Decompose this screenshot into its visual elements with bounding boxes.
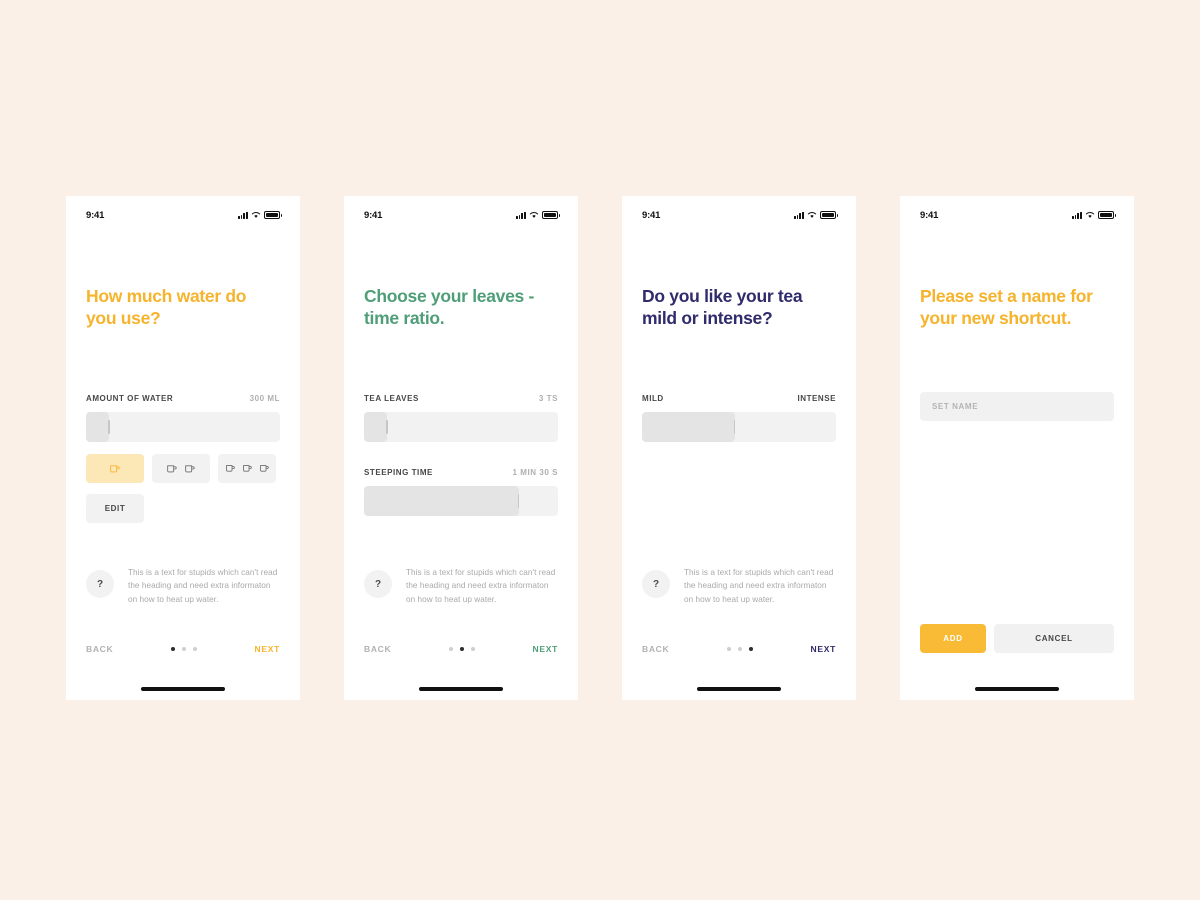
page-title: Do you like your tea mild or intense? — [642, 286, 803, 328]
help-block: ? This is a text for stupids which can't… — [642, 566, 836, 606]
cup-option-1[interactable] — [86, 454, 144, 483]
page-dots — [170, 647, 197, 651]
back-button[interactable]: BACK — [364, 644, 391, 654]
slider-thumb[interactable] — [108, 420, 111, 434]
shortcut-name-input[interactable] — [920, 392, 1114, 421]
wifi-icon — [1085, 212, 1095, 218]
page-dots — [726, 647, 753, 651]
steeping-time-label-row: STEEPING TIME 1 MIN 30 S — [364, 468, 558, 477]
amount-of-water-slider[interactable] — [86, 412, 280, 442]
cellular-signal-icon — [1071, 211, 1082, 219]
page-title: Please set a name for your new shortcut. — [920, 286, 1093, 328]
phone-screen-name-shortcut: 9:41 Please set a name for your new shor… — [900, 196, 1134, 700]
intensity-slider[interactable] — [642, 412, 836, 442]
slider-fill — [364, 412, 388, 442]
footer-nav: BACK NEXT — [642, 644, 836, 654]
wifi-icon — [529, 212, 539, 218]
cup-icon — [110, 464, 120, 472]
page-dots — [448, 647, 475, 651]
battery-icon — [542, 211, 560, 219]
slider-thumb[interactable] — [386, 420, 389, 434]
battery-icon — [264, 211, 282, 219]
wifi-icon — [807, 212, 817, 218]
action-buttons: ADD CANCEL — [920, 624, 1114, 653]
cup-icon — [167, 464, 177, 472]
field-label: TEA LEAVES — [364, 394, 419, 403]
phone-screen-mild-or-intense: 9:41 Do you like your tea mild or intens… — [622, 196, 856, 700]
field-value: 3 TS — [538, 394, 558, 403]
status-icons — [515, 211, 560, 219]
status-bar: 9:41 — [86, 208, 282, 222]
status-time: 9:41 — [920, 209, 939, 221]
battery-icon — [1098, 211, 1116, 219]
status-icons — [793, 211, 838, 219]
cellular-signal-icon — [515, 211, 526, 219]
screenshot-canvas: 9:41 How much water do you use? AMOUNT O… — [0, 0, 1200, 900]
field-label-intense: INTENSE — [797, 394, 836, 403]
next-button[interactable]: NEXT — [811, 644, 836, 654]
question-mark-icon[interactable]: ? — [642, 570, 670, 598]
cellular-signal-icon — [793, 211, 804, 219]
home-indicator — [141, 687, 225, 691]
field-value: 1 MIN 30 S — [512, 468, 558, 477]
cup-icon — [259, 465, 269, 472]
cup-icon — [225, 465, 235, 472]
field-label: AMOUNT OF WATER — [86, 394, 174, 403]
phone-screen-water-amount: 9:41 How much water do you use? AMOUNT O… — [66, 196, 300, 700]
home-indicator — [975, 687, 1059, 691]
question-mark-icon[interactable]: ? — [86, 570, 114, 598]
status-time: 9:41 — [86, 209, 105, 221]
cup-icon — [185, 464, 195, 472]
home-indicator — [419, 687, 503, 691]
help-text: This is a text for stupids which can't r… — [128, 568, 278, 604]
status-icons — [237, 211, 282, 219]
cup-icon — [242, 465, 252, 472]
cup-option-2[interactable] — [152, 454, 210, 483]
next-button[interactable]: NEXT — [533, 644, 558, 654]
status-icons — [1071, 211, 1116, 219]
help-text: This is a text for stupids which can't r… — [684, 568, 834, 604]
cancel-button[interactable]: CANCEL — [994, 624, 1114, 653]
battery-icon — [820, 211, 838, 219]
page-title: How much water do you use? — [86, 286, 247, 328]
slider-fill — [364, 486, 520, 516]
help-text: This is a text for stupids which can't r… — [406, 568, 556, 604]
slider-thumb[interactable] — [733, 420, 736, 434]
cup-option-3[interactable] — [218, 454, 276, 483]
back-button[interactable]: BACK — [642, 644, 669, 654]
status-bar: 9:41 — [364, 208, 560, 222]
next-button[interactable]: NEXT — [255, 644, 280, 654]
tea-leaves-label-row: TEA LEAVES 3 TS — [364, 394, 558, 403]
steeping-time-slider[interactable] — [364, 486, 558, 516]
help-block: ? This is a text for stupids which can't… — [86, 566, 280, 606]
status-time: 9:41 — [364, 209, 383, 221]
cellular-signal-icon — [237, 211, 248, 219]
field-label: STEEPING TIME — [364, 468, 433, 477]
slider-fill — [86, 412, 110, 442]
footer-nav: BACK NEXT — [86, 644, 280, 654]
question-mark-icon[interactable]: ? — [364, 570, 392, 598]
field-label-mild: MILD — [642, 394, 664, 403]
status-bar: 9:41 — [642, 208, 838, 222]
wifi-icon — [251, 212, 261, 218]
amount-of-water-label-row: AMOUNT OF WATER 300 ML — [86, 394, 280, 403]
page-title: Choose your leaves - time ratio. — [364, 286, 535, 328]
phone-screen-leaves-time-ratio: 9:41 Choose your leaves - time ratio. TE… — [344, 196, 578, 700]
status-time: 9:41 — [642, 209, 661, 221]
add-button[interactable]: ADD — [920, 624, 986, 653]
slider-fill — [642, 412, 736, 442]
status-bar: 9:41 — [920, 208, 1116, 222]
help-block: ? This is a text for stupids which can't… — [364, 566, 558, 606]
back-button[interactable]: BACK — [86, 644, 113, 654]
edit-button[interactable]: EDIT — [86, 494, 144, 523]
footer-nav: BACK NEXT — [364, 644, 558, 654]
cup-count-selector — [86, 454, 280, 483]
intensity-label-row: MILD INTENSE — [642, 394, 836, 403]
field-value: 300 ML — [249, 394, 280, 403]
tea-leaves-slider[interactable] — [364, 412, 558, 442]
home-indicator — [697, 687, 781, 691]
slider-thumb[interactable] — [517, 494, 520, 508]
